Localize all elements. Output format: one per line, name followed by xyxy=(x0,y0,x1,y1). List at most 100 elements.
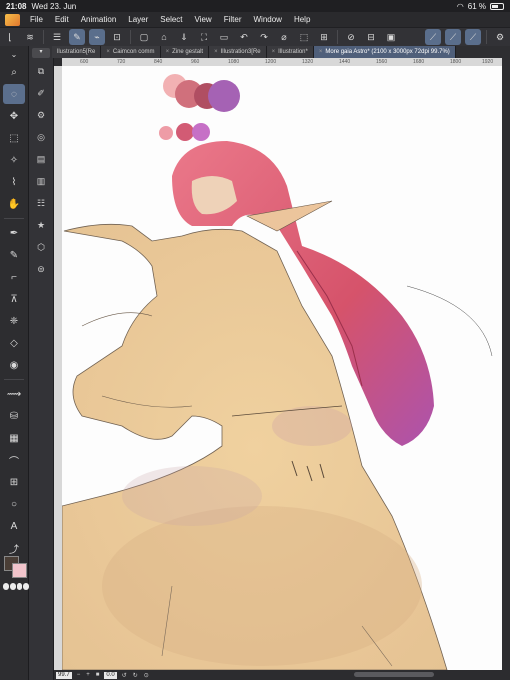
reset-rotation-icon[interactable]: ⊙ xyxy=(144,672,149,679)
menu-filter[interactable]: Filter xyxy=(218,15,248,24)
layer-property-icon[interactable]: ⧉ xyxy=(31,62,51,80)
eraser-icon[interactable]: ◇ xyxy=(3,333,25,353)
lasso-fill-icon[interactable]: ⟿ xyxy=(3,384,25,404)
tab-more-gaia-astro[interactable]: × More gaia Astro* (2100 x 3000px 72dpi 9… xyxy=(313,46,456,58)
sub-tool-icon[interactable]: ⌁ xyxy=(89,29,105,45)
horizontal-scrollbar[interactable] xyxy=(354,672,434,677)
zoom-out-icon[interactable]: − xyxy=(77,672,81,678)
gesture-icon[interactable]: ≋ xyxy=(22,29,38,45)
fit-icon[interactable]: ■ xyxy=(96,672,100,678)
menu-file[interactable]: File xyxy=(24,15,49,24)
tab-caimcon[interactable]: × Caimcon comm xyxy=(101,46,161,58)
menu-icon[interactable]: ☰ xyxy=(49,29,65,45)
stabilizer-3-icon[interactable]: ⟋ xyxy=(465,29,481,45)
selection-border-icon[interactable]: ▣ xyxy=(383,29,399,45)
close-icon[interactable]: × xyxy=(272,49,276,55)
figure-icon[interactable]: ⌒ xyxy=(3,450,25,470)
text-icon[interactable]: A xyxy=(3,516,25,536)
gradient-icon[interactable]: ▦ xyxy=(3,428,25,448)
ruler-ellipse-icon[interactable]: ○ xyxy=(3,494,25,514)
rotation-field[interactable]: 0.0 xyxy=(104,671,117,679)
correct-line-icon[interactable]: ⤴ xyxy=(3,538,25,558)
menu-bar: File Edit Animation Layer Select View Fi… xyxy=(0,12,510,27)
invert-selection-icon[interactable]: ⊟ xyxy=(363,29,379,45)
close-icon[interactable]: × xyxy=(166,49,170,55)
color-wheel-icon[interactable]: ⚙ xyxy=(31,106,51,124)
menu-animation[interactable]: Animation xyxy=(75,15,123,24)
clip-studio-logo-icon[interactable] xyxy=(5,13,20,26)
close-icon[interactable]: × xyxy=(106,49,110,55)
close-icon[interactable]: × xyxy=(319,49,323,55)
frame-icon[interactable]: ⊞ xyxy=(3,472,25,492)
new-file-icon[interactable]: ▢ xyxy=(136,29,152,45)
layers-panel-icon[interactable]: ▥ xyxy=(31,172,51,190)
rotate-left-icon[interactable]: ↺ xyxy=(122,672,127,679)
open-folder-icon[interactable]: ⌂ xyxy=(156,29,172,45)
blend-icon[interactable]: ◉ xyxy=(3,355,25,375)
menu-view[interactable]: View xyxy=(189,15,218,24)
menu-help[interactable]: Help xyxy=(288,15,316,24)
auto-action-icon[interactable]: ☷ xyxy=(31,194,51,212)
palette-swatch-circle xyxy=(159,126,173,140)
settings-icon[interactable]: ⚙ xyxy=(492,29,508,45)
hand-icon[interactable]: ✋ xyxy=(3,194,25,214)
undo-icon[interactable]: ↶ xyxy=(236,29,252,45)
vertical-scrollbar[interactable] xyxy=(502,58,510,670)
selection-lasso-icon[interactable]: ◌ xyxy=(3,84,25,104)
sub-color-swatch[interactable] xyxy=(12,563,27,578)
stabilizer-1-icon[interactable]: ⟋ xyxy=(425,29,441,45)
crop-icon[interactable]: ⊞ xyxy=(316,29,332,45)
canvas-status-bar: 99.7 − + ■ 0.0 ↺ ↻ ⊙ xyxy=(54,670,510,680)
brush-icon[interactable]: ⌐ xyxy=(3,267,25,287)
magic-wand-icon[interactable]: ✧ xyxy=(3,150,25,170)
history-icon[interactable]: ▤ xyxy=(31,150,51,168)
redo-icon[interactable]: ↷ xyxy=(256,29,272,45)
decoration-icon[interactable]: ❈ xyxy=(3,311,25,331)
tab-illustration5[interactable]: llustration5[Re xyxy=(52,46,102,58)
menu-window[interactable]: Window xyxy=(248,15,288,24)
ruler-tick: 840 xyxy=(154,59,163,65)
close-icon[interactable]: × xyxy=(214,49,218,55)
menu-select[interactable]: Select xyxy=(154,15,188,24)
pencil-icon[interactable]: ✎ xyxy=(3,245,25,265)
fill-bucket-icon[interactable]: ⛁ xyxy=(3,406,25,426)
transparent-color-row[interactable] xyxy=(3,583,29,590)
deselect-icon[interactable]: ⊘ xyxy=(343,29,359,45)
zoom-field[interactable]: 99.7 xyxy=(56,671,72,679)
canvas[interactable] xyxy=(62,66,502,670)
wifi-icon: ◠ xyxy=(456,1,464,11)
undo-left-icon[interactable]: ⌊ xyxy=(2,29,18,45)
sub-tool-detail-icon[interactable]: ✐ xyxy=(31,84,51,102)
ruler-tick: 1440 xyxy=(339,59,351,65)
pen-pressure-icon[interactable]: ✎ xyxy=(69,29,85,45)
zoom-icon[interactable]: ⌕ xyxy=(3,62,25,82)
collapse-chevron-icon[interactable]: ⌄ xyxy=(3,48,25,60)
rotate-right-icon[interactable]: ↻ xyxy=(133,672,138,679)
pen-icon[interactable]: ✒ xyxy=(3,223,25,243)
ruler-tick: 1920 xyxy=(482,59,494,65)
tab-illustration[interactable]: × Illustration* xyxy=(266,46,314,58)
fill-icon[interactable]: ⌀ xyxy=(276,29,292,45)
rect-select-icon[interactable]: ⬚ xyxy=(3,128,25,148)
tab-illustration3[interactable]: × Illustration3[Re xyxy=(209,46,267,58)
save-icon[interactable]: ⇓ xyxy=(176,29,192,45)
move-icon[interactable]: ✥ xyxy=(3,106,25,126)
menu-layer[interactable]: Layer xyxy=(122,15,154,24)
zoom-in-icon[interactable]: + xyxy=(86,672,90,678)
3d-object-icon[interactable]: ⬡ xyxy=(31,238,51,256)
camera-icon[interactable]: ⊡ xyxy=(109,29,125,45)
material-icon[interactable]: ★ xyxy=(31,216,51,234)
battery-percent: 61 % xyxy=(467,1,486,11)
transform-icon[interactable]: ⬚ xyxy=(296,29,312,45)
clear-icon[interactable]: ▭ xyxy=(216,29,232,45)
layer-stack-icon[interactable]: ⊜ xyxy=(31,260,51,278)
eyedropper-icon[interactable]: ⌇ xyxy=(3,172,25,192)
tab-zine-gestalt[interactable]: × Zine gestalt xyxy=(160,46,210,58)
panel-dropdown[interactable]: ▾ xyxy=(32,48,50,58)
menu-edit[interactable]: Edit xyxy=(49,15,75,24)
artwork-illustration xyxy=(62,74,493,670)
navigator-icon[interactable]: ◎ xyxy=(31,128,51,146)
export-icon[interactable]: ⛶ xyxy=(196,29,212,45)
airbrush-icon[interactable]: ⊼ xyxy=(3,289,25,309)
stabilizer-2-icon[interactable]: ⟋ xyxy=(445,29,461,45)
